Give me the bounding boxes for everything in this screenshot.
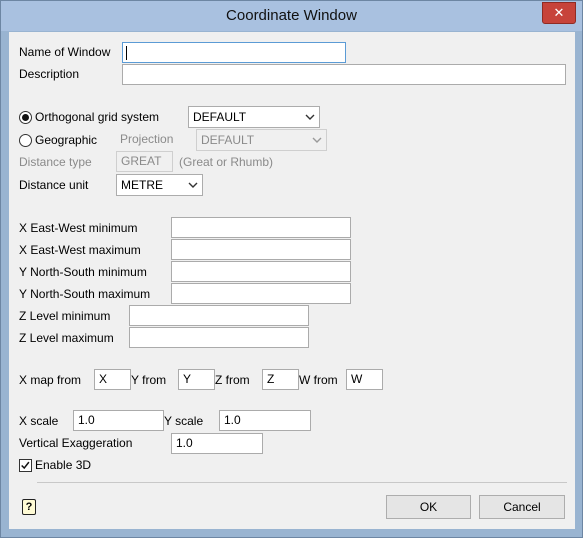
y-map-from-input[interactable]: Y bbox=[178, 369, 215, 390]
x-min-input[interactable] bbox=[171, 217, 351, 238]
window-title: Coordinate Window bbox=[226, 7, 357, 24]
distance-type-label: Distance type bbox=[19, 155, 92, 169]
enable-3d-checkbox[interactable] bbox=[19, 459, 32, 472]
distance-type-input[interactable]: GREAT bbox=[116, 151, 173, 172]
projection-label: Projection bbox=[120, 132, 174, 146]
z-map-from-label: Z from bbox=[215, 373, 250, 387]
geographic-radio[interactable] bbox=[19, 134, 32, 147]
vertical-exaggeration-input[interactable]: 1.0 bbox=[171, 433, 263, 454]
y-scale-label: Y scale bbox=[164, 414, 204, 428]
x-map-from-label: X map from bbox=[19, 373, 82, 387]
z-max-label: Z Level maximum bbox=[19, 331, 114, 345]
dialog-body: Name of Window Description Orthogonal gr… bbox=[9, 32, 575, 529]
title-bar[interactable]: Coordinate Window ✕ bbox=[1, 1, 582, 31]
y-max-label: Y North-South maximum bbox=[19, 287, 151, 301]
z-max-input[interactable] bbox=[129, 327, 309, 348]
distance-type-hint: (Great or Rhumb) bbox=[179, 155, 274, 169]
y-scale-input[interactable]: 1.0 bbox=[219, 410, 311, 431]
x-scale-label: X scale bbox=[19, 414, 59, 428]
geographic-label[interactable]: Geographic bbox=[35, 133, 97, 147]
ok-button[interactable]: OK bbox=[386, 495, 471, 519]
y-scale-value: 1.0 bbox=[224, 413, 241, 427]
z-min-label: Z Level minimum bbox=[19, 309, 111, 323]
orthogonal-radio[interactable] bbox=[19, 111, 32, 124]
x-map-from-input[interactable]: X bbox=[94, 369, 131, 390]
footer-separator bbox=[37, 482, 567, 483]
z-map-from-value: Z bbox=[267, 372, 275, 386]
close-icon[interactable]: ✕ bbox=[554, 5, 565, 20]
w-map-from-input[interactable]: W bbox=[346, 369, 383, 390]
enable-3d-label[interactable]: Enable 3D bbox=[35, 458, 91, 472]
vertical-exaggeration-label: Vertical Exaggeration bbox=[19, 436, 133, 450]
checkmark-icon bbox=[21, 461, 30, 470]
chevron-down-icon bbox=[312, 137, 322, 143]
z-map-from-input[interactable]: Z bbox=[262, 369, 299, 390]
y-max-input[interactable] bbox=[171, 283, 351, 304]
z-min-input[interactable] bbox=[129, 305, 309, 326]
x-scale-input[interactable]: 1.0 bbox=[73, 410, 164, 431]
name-of-window-input[interactable] bbox=[122, 42, 346, 63]
orthogonal-grid-select[interactable]: DEFAULT bbox=[188, 106, 320, 128]
projection-value: DEFAULT bbox=[201, 133, 255, 147]
distance-type-value: GREAT bbox=[121, 154, 162, 168]
w-map-from-value: W bbox=[351, 372, 363, 386]
orthogonal-label[interactable]: Orthogonal grid system bbox=[35, 110, 159, 124]
name-of-window-label: Name of Window bbox=[19, 45, 111, 59]
close-button[interactable]: ✕ bbox=[542, 2, 576, 24]
y-map-from-value: Y bbox=[183, 372, 192, 386]
x-min-label: X East-West minimum bbox=[19, 221, 138, 235]
coordinate-window-dialog: Coordinate Window ✕ Name of Window Descr… bbox=[0, 0, 583, 538]
x-max-input[interactable] bbox=[171, 239, 351, 260]
help-icon[interactable]: ? bbox=[22, 499, 36, 515]
orthogonal-grid-value: DEFAULT bbox=[193, 110, 247, 124]
description-input[interactable] bbox=[122, 64, 566, 85]
distance-unit-value: METRE bbox=[121, 178, 163, 192]
cancel-button[interactable]: Cancel bbox=[479, 495, 565, 519]
description-label: Description bbox=[19, 67, 80, 81]
y-map-from-label: Y from bbox=[131, 373, 167, 387]
chevron-down-icon bbox=[305, 114, 315, 120]
distance-unit-select[interactable]: METRE bbox=[116, 174, 203, 196]
y-min-label: Y North-South minimum bbox=[19, 265, 147, 279]
x-scale-value: 1.0 bbox=[78, 413, 95, 427]
chevron-down-icon bbox=[188, 182, 198, 188]
y-min-input[interactable] bbox=[171, 261, 351, 282]
vertical-exaggeration-value: 1.0 bbox=[176, 436, 193, 450]
x-map-from-value: X bbox=[99, 372, 108, 386]
x-max-label: X East-West maximum bbox=[19, 243, 141, 257]
w-map-from-label: W from bbox=[299, 373, 338, 387]
projection-select[interactable]: DEFAULT bbox=[196, 129, 327, 151]
text-caret bbox=[126, 46, 127, 60]
distance-unit-label: Distance unit bbox=[19, 178, 89, 192]
